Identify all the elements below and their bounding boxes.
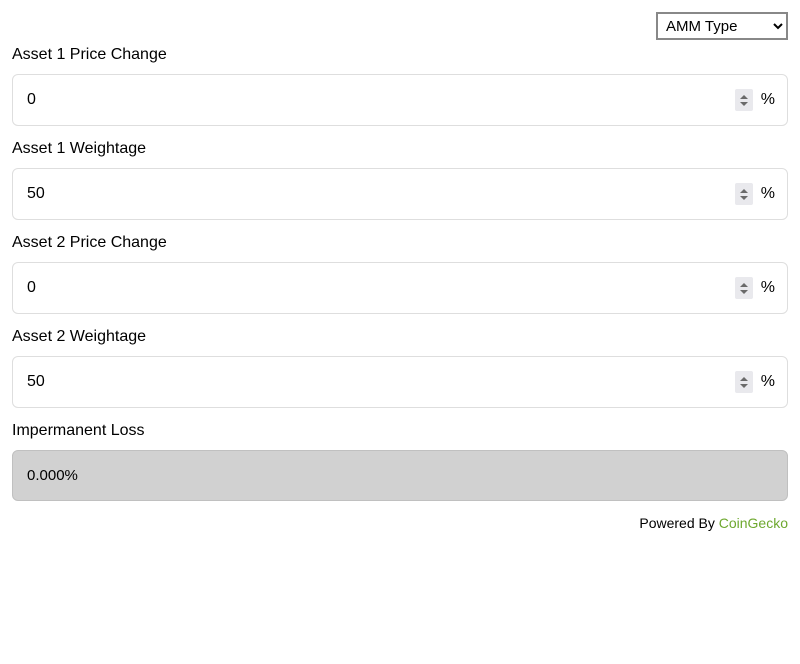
asset2-weightage-group: Asset 2 Weightage 50 % (12, 328, 788, 408)
asset1-price-change-input[interactable]: 0 % (12, 74, 788, 126)
impermanent-loss-label: Impermanent Loss (12, 422, 788, 440)
asset1-price-change-label: Asset 1 Price Change (12, 46, 788, 64)
asset2-price-change-label: Asset 2 Price Change (12, 234, 788, 252)
asset1-price-change-group: Asset 1 Price Change 0 % (12, 46, 788, 126)
chevron-down-icon (740, 196, 748, 200)
asset2-weightage-label: Asset 2 Weightage (12, 328, 788, 346)
coingecko-link[interactable]: CoinGecko (719, 515, 788, 531)
chevron-up-icon (740, 189, 748, 193)
asset1-weightage-value: 50 (25, 185, 731, 203)
asset1-price-change-value: 0 (25, 91, 731, 109)
percent-suffix: % (761, 185, 775, 203)
chevron-up-icon (740, 283, 748, 287)
chevron-down-icon (740, 102, 748, 106)
asset2-price-change-input[interactable]: 0 % (12, 262, 788, 314)
top-bar: AMM Type (12, 12, 788, 40)
asset2-price-change-value: 0 (25, 279, 731, 297)
chevron-down-icon (740, 290, 748, 294)
percent-suffix: % (761, 373, 775, 391)
percent-suffix: % (761, 91, 775, 109)
asset1-weightage-input[interactable]: 50 % (12, 168, 788, 220)
asset2-weightage-input[interactable]: 50 % (12, 356, 788, 408)
footer: Powered By CoinGecko (12, 515, 788, 531)
asset2-weightage-stepper[interactable] (735, 371, 753, 393)
footer-text: Powered By (639, 515, 718, 531)
percent-suffix: % (761, 279, 775, 297)
impermanent-loss-value: 0.000% (27, 467, 78, 484)
chevron-up-icon (740, 95, 748, 99)
asset1-weightage-stepper[interactable] (735, 183, 753, 205)
chevron-down-icon (740, 384, 748, 388)
chevron-up-icon (740, 377, 748, 381)
asset2-price-change-stepper[interactable] (735, 277, 753, 299)
impermanent-loss-group: Impermanent Loss 0.000% (12, 422, 788, 501)
asset1-price-change-stepper[interactable] (735, 89, 753, 111)
asset2-weightage-value: 50 (25, 373, 731, 391)
asset1-weightage-label: Asset 1 Weightage (12, 140, 788, 158)
amm-type-select[interactable]: AMM Type (656, 12, 788, 40)
asset2-price-change-group: Asset 2 Price Change 0 % (12, 234, 788, 314)
asset1-weightage-group: Asset 1 Weightage 50 % (12, 140, 788, 220)
impermanent-loss-output: 0.000% (12, 450, 788, 501)
